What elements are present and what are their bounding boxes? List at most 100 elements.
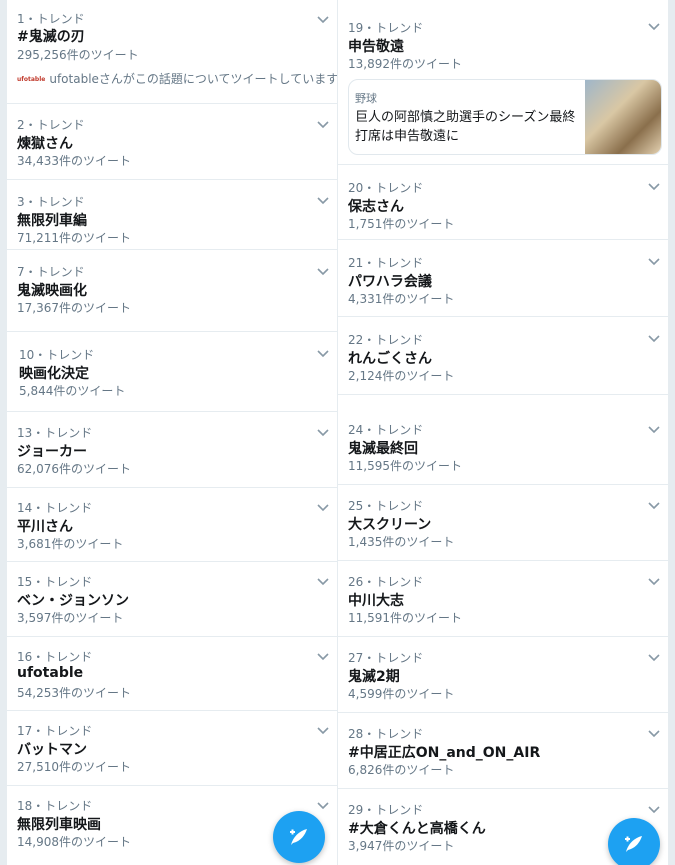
trend-item[interactable]: 14・トレンド 平川さん 3,681件のツイート bbox=[7, 488, 337, 562]
trend-item[interactable]: 27・トレンド 鬼滅2期 4,599件のツイート bbox=[338, 637, 668, 713]
trend-rank: 27・トレンド bbox=[348, 651, 424, 665]
trend-rank: 20・トレンド bbox=[348, 181, 424, 195]
tweet-count: 71,211件のツイート bbox=[17, 231, 131, 245]
chevron-down-icon[interactable] bbox=[646, 801, 662, 817]
trend-rank: 26・トレンド bbox=[348, 575, 424, 589]
trend-item[interactable]: 26・トレンド 中川大志 11,591件のツイート bbox=[338, 561, 668, 637]
trend-name: 無限列車編 bbox=[17, 213, 87, 229]
tweet-count: 62,076件のツイート bbox=[17, 462, 131, 476]
trend-rank: 13・トレンド bbox=[17, 426, 93, 440]
trend-name: バットマン bbox=[17, 742, 87, 758]
chevron-down-icon[interactable] bbox=[315, 424, 331, 440]
trend-item[interactable]: 7・トレンド 鬼滅映画化 17,367件のツイート bbox=[7, 250, 337, 332]
trend-item[interactable]: 15・トレンド ベン・ジョンソン 3,597件のツイート bbox=[7, 562, 337, 637]
trend-rank: 22・トレンド bbox=[348, 333, 424, 347]
chevron-down-icon[interactable] bbox=[315, 499, 331, 515]
tweet-count: 4,599件のツイート bbox=[348, 687, 455, 701]
trend-rank: 14・トレンド bbox=[17, 501, 93, 515]
chevron-down-icon[interactable] bbox=[646, 573, 662, 589]
tweet-count: 6,826件のツイート bbox=[348, 763, 455, 777]
trend-rank: 1・トレンド bbox=[17, 12, 85, 26]
chevron-down-icon[interactable] bbox=[315, 192, 331, 208]
trend-item[interactable]: 25・トレンド 大スクリーン 1,435件のツイート bbox=[338, 485, 668, 561]
trend-item[interactable]: 13・トレンド ジョーカー 62,076件のツイート bbox=[7, 412, 337, 488]
trend-item[interactable]: 28・トレンド #中居正広ON_and_ON_AIR 6,826件のツイート bbox=[338, 713, 668, 789]
card-category: 野球 bbox=[355, 92, 377, 105]
trend-name: 鬼滅最終回 bbox=[348, 441, 418, 457]
chevron-down-icon[interactable] bbox=[315, 11, 331, 27]
chevron-down-icon[interactable] bbox=[315, 797, 331, 813]
trend-item[interactable]: 3・トレンド 無限列車編 71,211件のツイート bbox=[7, 180, 337, 250]
trend-name: 無限列車映画 bbox=[17, 817, 101, 833]
trend-rank: 29・トレンド bbox=[348, 803, 424, 817]
trend-item[interactable]: 19・トレンド 申告敬遠 13,892件のツイート 野球 巨人の阿部慎之助選手の… bbox=[338, 0, 668, 165]
tweet-count: 34,433件のツイート bbox=[17, 154, 131, 168]
compose-tweet-button[interactable] bbox=[273, 811, 325, 863]
trend-rank: 28・トレンド bbox=[348, 727, 424, 741]
chevron-down-icon[interactable] bbox=[646, 330, 662, 346]
trend-rank: 25・トレンド bbox=[348, 499, 424, 513]
trend-item[interactable]: 1・トレンド #鬼滅の刃 295,256件のツイート ufotable ufota… bbox=[7, 0, 337, 104]
trend-name: 平川さん bbox=[17, 519, 73, 535]
tweet-count: 11,591件のツイート bbox=[348, 611, 462, 625]
tweet-count: 14,908件のツイート bbox=[17, 835, 131, 849]
trend-rank: 21・トレンド bbox=[348, 256, 424, 270]
compose-tweet-button[interactable] bbox=[608, 818, 660, 865]
trend-rank: 16・トレンド bbox=[17, 650, 93, 664]
trend-name: ジョーカー bbox=[17, 444, 87, 460]
trend-name: 煉獄さん bbox=[17, 136, 73, 152]
trend-item[interactable]: 22・トレンド れんごくさん 2,124件のツイート bbox=[338, 317, 668, 395]
chevron-down-icon[interactable] bbox=[315, 722, 331, 738]
chevron-down-icon[interactable] bbox=[315, 263, 331, 279]
trend-rank: 15・トレンド bbox=[17, 575, 93, 589]
trend-rank: 3・トレンド bbox=[17, 195, 85, 209]
trend-name: #大倉くんと高橋くん bbox=[348, 821, 486, 837]
tweet-count: 3,681件のツイート bbox=[17, 537, 124, 551]
trend-item[interactable]: 24・トレンド 鬼滅最終回 11,595件のツイート bbox=[338, 409, 668, 485]
news-card[interactable]: 野球 巨人の阿部慎之助選手のシーズン最終打席は申告敬遠に bbox=[348, 79, 662, 155]
trend-name: 中川大志 bbox=[348, 593, 404, 609]
tweet-count: 3,947件のツイート bbox=[348, 839, 455, 853]
trend-item[interactable]: 10・トレンド 映画化決定 5,844件のツイート bbox=[7, 332, 337, 412]
trend-rank: 2・トレンド bbox=[17, 118, 85, 132]
chevron-down-icon[interactable] bbox=[646, 725, 662, 741]
chevron-down-icon[interactable] bbox=[315, 573, 331, 589]
trend-item[interactable]: 21・トレンド パワハラ会議 4,331件のツイート bbox=[338, 240, 668, 317]
trend-name: 申告敬遠 bbox=[348, 39, 404, 55]
ufotable-logo: ufotable bbox=[17, 76, 46, 83]
trend-rank: 10・トレンド bbox=[19, 348, 95, 362]
trend-name: 鬼滅映画化 bbox=[17, 283, 87, 299]
trend-item[interactable]: 2・トレンド 煉獄さん 34,433件のツイート bbox=[7, 104, 337, 180]
tweet-count: 27,510件のツイート bbox=[17, 760, 131, 774]
trend-rank: 7・トレンド bbox=[17, 265, 85, 279]
trend-item[interactable]: 17・トレンド バットマン 27,510件のツイート bbox=[7, 711, 337, 786]
trend-name: #中居正広ON_and_ON_AIR bbox=[348, 745, 541, 761]
trend-rank: 24・トレンド bbox=[348, 423, 424, 437]
chevron-down-icon[interactable] bbox=[315, 116, 331, 132]
chevron-down-icon[interactable] bbox=[646, 497, 662, 513]
trend-name: 鬼滅2期 bbox=[348, 669, 400, 685]
tweet-count: 13,892件のツイート bbox=[348, 57, 462, 71]
tweet-count: 3,597件のツイート bbox=[17, 611, 124, 625]
trend-rank: 18・トレンド bbox=[17, 799, 93, 813]
chevron-down-icon[interactable] bbox=[315, 648, 331, 664]
trend-name: #鬼滅の刃 bbox=[17, 29, 85, 45]
chevron-down-icon[interactable] bbox=[646, 178, 662, 194]
tweet-count: 17,367件のツイート bbox=[17, 301, 131, 315]
compose-tweet-icon bbox=[625, 836, 642, 852]
tweet-count: 54,253件のツイート bbox=[17, 686, 131, 700]
chevron-down-icon[interactable] bbox=[315, 345, 331, 361]
trend-rank: 17・トレンド bbox=[17, 724, 93, 738]
trend-name: れんごくさん bbox=[348, 351, 432, 367]
trend-item[interactable]: 20・トレンド 保志さん 1,751件のツイート bbox=[338, 165, 668, 240]
card-headline: 巨人の阿部慎之助選手のシーズン最終打席は申告敬遠に bbox=[355, 110, 576, 144]
tweet-count: 1,435件のツイート bbox=[348, 535, 455, 549]
chevron-down-icon[interactable] bbox=[646, 421, 662, 437]
trend-item[interactable]: 16・トレンド ufotable 54,253件のツイート bbox=[7, 637, 337, 711]
chevron-down-icon[interactable] bbox=[646, 253, 662, 269]
tweet-count: 4,331件のツイート bbox=[348, 292, 455, 306]
trends-column-left: 1・トレンド #鬼滅の刃 295,256件のツイート ufotable ufota… bbox=[7, 0, 337, 865]
chevron-down-icon[interactable] bbox=[646, 18, 662, 34]
chevron-down-icon[interactable] bbox=[646, 649, 662, 665]
trends-column-right: 19・トレンド 申告敬遠 13,892件のツイート 野球 巨人の阿部慎之助選手の… bbox=[338, 0, 668, 865]
